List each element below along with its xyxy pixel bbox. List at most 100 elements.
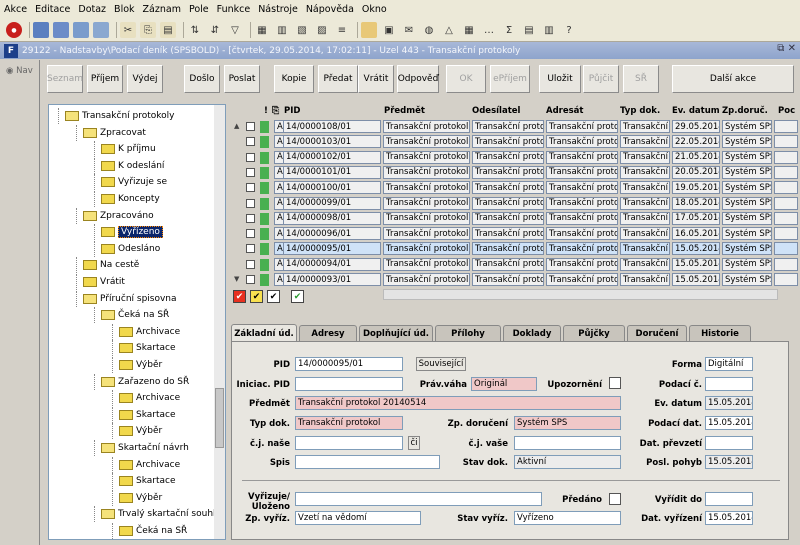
predmet-field[interactable]: Transakční protokol 20140514	[295, 396, 621, 410]
cell-poc[interactable]	[774, 227, 798, 241]
tree-item-skartace-3[interactable]: Skartace	[119, 473, 176, 489]
row-checkbox[interactable]	[246, 213, 255, 223]
tree-scrollbar[interactable]	[214, 105, 225, 539]
cell-datum[interactable]: 20.05.2014	[672, 165, 720, 179]
row-checkbox[interactable]	[246, 198, 255, 208]
sort-icon[interactable]: ⇅	[187, 22, 203, 38]
grid-scroll-down-icon[interactable]: ▼	[234, 275, 239, 283]
table-row[interactable]: A14/0000099/01Transakční protokol 20Tran…	[231, 196, 800, 211]
cell-pid[interactable]: 14/0000093/01	[283, 273, 381, 286]
kopie-button[interactable]: Kopie	[274, 65, 314, 93]
cell-odesilatel[interactable]: Transakční protoko	[472, 120, 544, 133]
tab-pujcky[interactable]: Půjčky	[563, 325, 625, 341]
stavdok-field[interactable]: Aktivní	[514, 455, 621, 469]
prijem-button[interactable]: Příjem	[87, 65, 123, 93]
row-checkbox[interactable]	[246, 259, 255, 269]
tree-item-odeslano[interactable]: Odesláno	[101, 241, 160, 257]
cell-odesilatel[interactable]: Transakční protoko	[472, 242, 544, 256]
cell-odesilatel[interactable]: Transakční protoko	[472, 257, 544, 271]
doslo-button[interactable]: Došlo	[184, 65, 220, 93]
globe-icon[interactable]: ◍	[421, 22, 437, 38]
paste-icon[interactable]: ▤	[160, 22, 176, 38]
tree-item-vyrizeno[interactable]: Vyřízeno	[101, 224, 163, 240]
podaci-dat-field[interactable]: 15.05.2014	[705, 416, 753, 430]
tree-item-zpracovat[interactable]: Zpracovat	[83, 125, 146, 141]
tree-item-vyber-3[interactable]: Výběr	[119, 490, 162, 506]
sort-desc-icon[interactable]: ⇵	[207, 22, 223, 38]
cell-pid[interactable]: 14/0000108/01	[283, 120, 381, 133]
col-header-odesilatel[interactable]: Odesílatel	[472, 104, 520, 118]
cell-zpdoruc[interactable]: Systém SPS	[722, 150, 772, 164]
cell-odesilatel[interactable]: Transakční protoko	[472, 150, 544, 164]
souvisejici-button[interactable]: Související	[416, 357, 466, 371]
cell-typ[interactable]: Transakční p	[620, 120, 670, 133]
cell-datum[interactable]: 18.05.2014	[672, 196, 720, 210]
cell-poc[interactable]	[774, 257, 798, 271]
row-checkbox[interactable]	[246, 275, 255, 284]
podaci-c-field[interactable]	[705, 377, 753, 391]
tree-item-vyrizuje-se[interactable]: Vyřizuje se	[101, 174, 167, 190]
cell-odesilatel[interactable]: Transakční protoko	[472, 273, 544, 286]
zpdor-field[interactable]: Systém SPS	[514, 416, 621, 430]
filter-icon[interactable]: ▽	[227, 22, 243, 38]
col-header-adresat[interactable]: Adresát	[546, 104, 583, 118]
dalsi-akce-button[interactable]: Další akce	[672, 65, 794, 93]
tab-adresy[interactable]: Adresy	[299, 325, 357, 341]
cell-adresat[interactable]: Transakční protoko	[546, 211, 618, 225]
tree-item-zarazeno-do-sr[interactable]: Zařazeno do SŘ	[101, 374, 189, 390]
col-header-flag[interactable]: !	[264, 104, 268, 118]
cell-pid[interactable]: 14/0000100/01	[283, 181, 381, 195]
record-icon[interactable]	[93, 22, 109, 38]
seznam-button[interactable]: Seznam	[47, 65, 83, 93]
table-icon[interactable]: ▤	[521, 22, 537, 38]
predano-checkbox[interactable]	[609, 493, 621, 505]
menu-pole[interactable]: Pole	[189, 4, 209, 15]
menu-nastroje[interactable]: Nástroje	[258, 4, 298, 15]
cell-datum[interactable]: 15.05.2014	[672, 273, 720, 286]
tree-item-zpracovano[interactable]: Zpracováno	[83, 208, 154, 224]
menu-dotaz[interactable]: Dotaz	[78, 4, 106, 15]
cell-predmet[interactable]: Transakční protokol 20	[383, 120, 470, 133]
tree-item-na-ceste[interactable]: Na cestě	[83, 257, 139, 273]
cell-zpdoruc[interactable]: Systém SPS	[722, 227, 772, 241]
cell-adresat[interactable]: Transakční protoko	[546, 242, 618, 256]
warning-icon[interactable]: △	[441, 22, 457, 38]
tree-item-koncepty[interactable]: Koncepty	[101, 191, 160, 207]
sr-button[interactable]: SŘ	[623, 65, 659, 93]
cell-odesilatel[interactable]: Transakční protoko	[472, 181, 544, 195]
tree-item-prirucni-spisovna[interactable]: Příruční spisovna	[83, 291, 177, 307]
cell-predmet[interactable]: Transakční protokol 20	[383, 273, 470, 286]
dat-vyrizeni-field[interactable]: 15.05.2014	[705, 511, 753, 525]
cell-adresat[interactable]: Transakční protoko	[546, 227, 618, 241]
vyrizuje-field[interactable]	[295, 492, 542, 506]
posl-pohyb-field[interactable]: 15.05.2014	[705, 455, 753, 469]
forma-field[interactable]: Digitální	[705, 357, 753, 371]
cell-zpdoruc[interactable]: Systém SPS	[722, 273, 772, 286]
tree-item-skartacni-navrh[interactable]: Skartační návrh	[101, 440, 189, 456]
zpvyriz-field[interactable]: Vzetí na vědomí	[295, 511, 421, 525]
menu-okno[interactable]: Okno	[362, 4, 387, 15]
table-row[interactable]: A14/0000096/01Transakční protokol 20Tran…	[231, 227, 800, 241]
dat-prevzeti-field[interactable]	[705, 436, 753, 450]
table-row[interactable]: A14/0000103/01Transakční protokol 20Tran…	[231, 135, 800, 149]
exit-icon[interactable]: ●	[6, 22, 22, 38]
cell-datum[interactable]: 15.05.2014	[672, 257, 720, 271]
cell-datum[interactable]: 19.05.2014	[672, 181, 720, 195]
filter-green-checkbox[interactable]: ✔	[291, 290, 304, 303]
cell-pid[interactable]: 14/0000099/01	[283, 196, 381, 210]
cell-poc[interactable]	[774, 273, 798, 286]
cell-pid[interactable]: 14/0000094/01	[283, 257, 381, 271]
cell-predmet[interactable]: Transakční protokol 20	[383, 227, 470, 241]
tree-item-vyber[interactable]: Výběr	[119, 357, 162, 373]
tab-historie[interactable]: Historie	[689, 325, 751, 341]
stavvyriz-field[interactable]: Vyřízeno	[514, 511, 621, 525]
tree-item-skartace-2[interactable]: Skartace	[119, 407, 176, 423]
delete-icon[interactable]: ▨	[314, 22, 330, 38]
cell-typ[interactable]: Transakční p	[620, 227, 670, 241]
tab-doplnujici[interactable]: Doplňující úd.	[359, 325, 433, 341]
menu-blok[interactable]: Blok	[114, 4, 134, 15]
ellipsis-icon[interactable]: …	[481, 22, 497, 38]
tab-zakladni[interactable]: Základní úd.	[231, 324, 297, 342]
pujcit-button[interactable]: Půjčit	[583, 65, 619, 93]
row-checkbox[interactable]	[246, 183, 255, 193]
